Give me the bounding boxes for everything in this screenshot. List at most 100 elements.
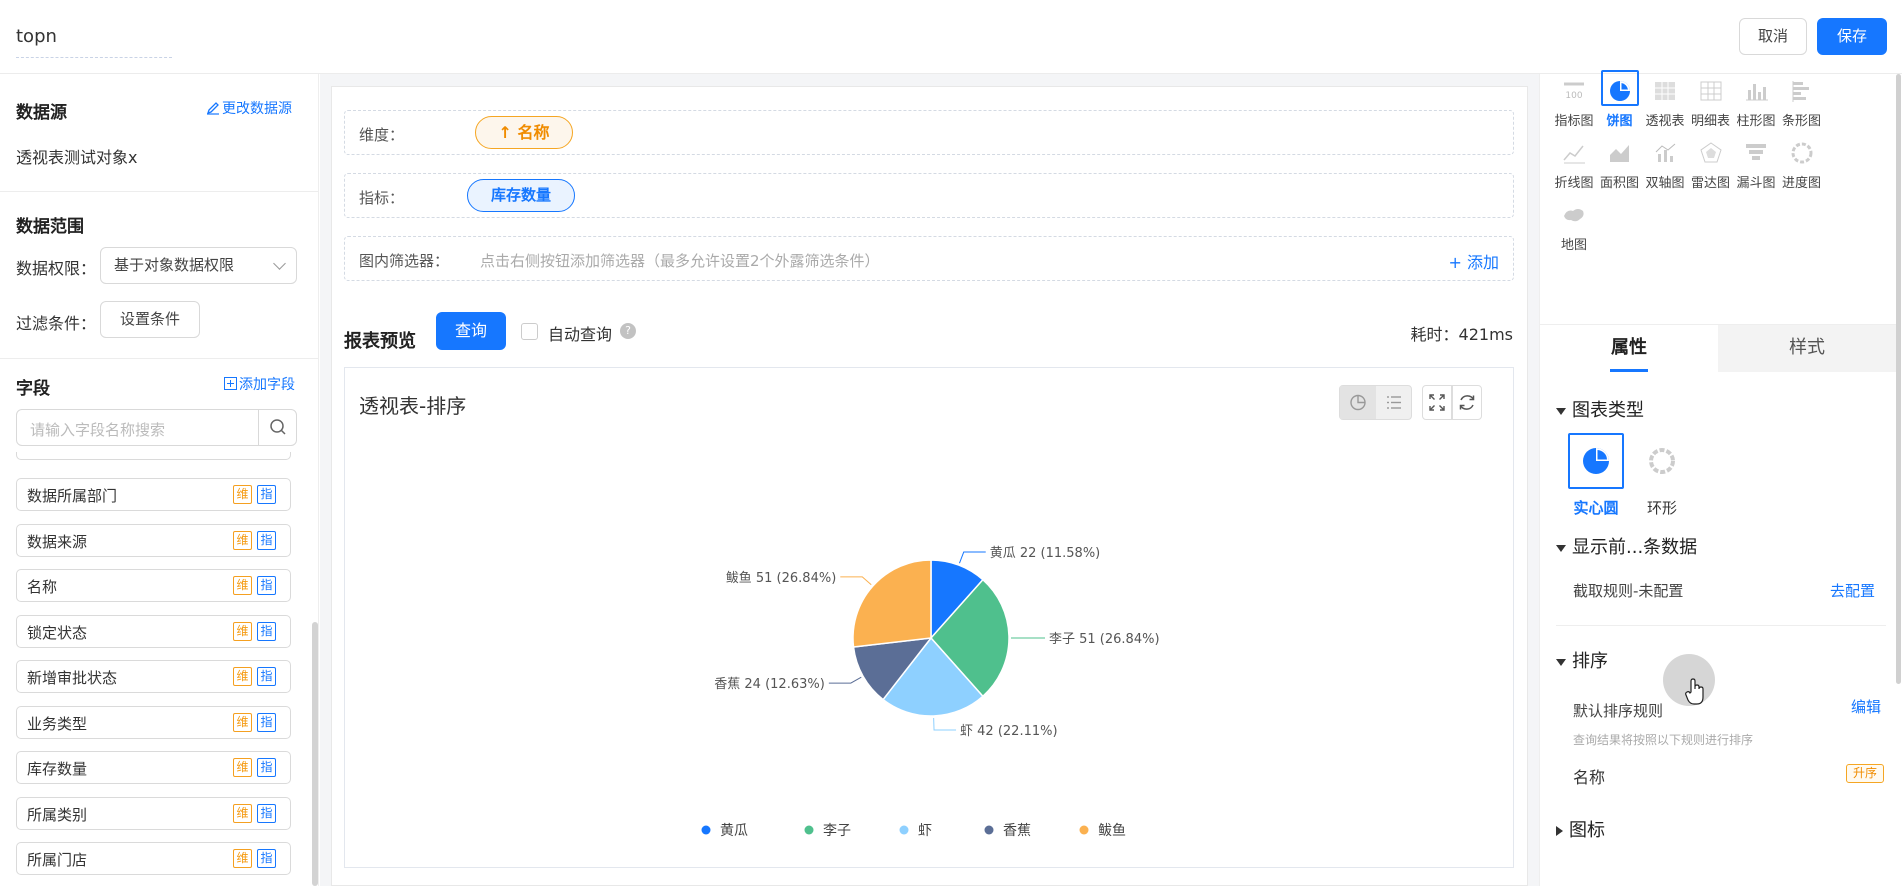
legend-label[interactable]: 虾 xyxy=(918,823,932,839)
field-name: 数据来源 xyxy=(27,532,88,551)
pie-solid-label: 实心圆 xyxy=(1573,499,1619,517)
pie-slice[interactable] xyxy=(852,559,932,648)
dimension-row[interactable]: 维度： ↑ 名称 xyxy=(344,110,1514,155)
sort-edit-link[interactable]: 编辑 xyxy=(1851,696,1881,717)
field-item[interactable]: 业务类型 维指 xyxy=(16,705,291,739)
chart-type-label: 条形图 xyxy=(1781,114,1821,129)
field-item[interactable]: 所属门店 维指 xyxy=(16,842,291,875)
divider xyxy=(1556,625,1886,626)
right-scrollbar[interactable] xyxy=(1896,74,1901,684)
save-button[interactable]: 保存 xyxy=(1817,18,1887,55)
metric-tag[interactable]: 指 xyxy=(257,803,276,823)
dimension-tag[interactable]: 维 xyxy=(233,485,252,504)
chart-type-section[interactable]: 图表类型 xyxy=(1556,396,1644,422)
topn-section-title: 显示前...条数据 xyxy=(1572,537,1698,558)
legend-label[interactable]: 李子 xyxy=(823,823,851,839)
pie-data-label: 鲅鱼 51 (26.84%) xyxy=(726,570,837,586)
metric-tag[interactable]: 指 xyxy=(257,758,276,777)
filter-row: 图内筛选器： 点击右侧按钮添加筛选器（最多允许设置2个外露筛选条件） + 添加 xyxy=(344,236,1514,281)
legend-label[interactable]: 黄瓜 xyxy=(720,822,748,839)
tab-properties[interactable]: 属性 xyxy=(1540,325,1718,372)
dimension-tag[interactable]: 维 xyxy=(233,803,252,823)
legend-marker[interactable] xyxy=(804,825,814,835)
sort-order-badge[interactable]: 升序 xyxy=(1846,764,1884,783)
add-field-link[interactable]: 添加字段 xyxy=(224,374,295,394)
chart-type-section-title: 图表类型 xyxy=(1572,400,1644,421)
field-item[interactable]: 名称 维指 xyxy=(16,569,291,602)
cancel-button[interactable]: 取消 xyxy=(1739,18,1807,55)
icon-section[interactable]: 图标 xyxy=(1556,816,1605,842)
pie-ring-option[interactable]: 环形 xyxy=(1634,433,1690,525)
metric-pill[interactable]: 库存数量 xyxy=(467,179,575,212)
metric-tag[interactable]: 指 xyxy=(257,621,276,641)
fullscreen-button[interactable] xyxy=(1422,385,1452,420)
field-item[interactable]: 新增审批状态 维指 xyxy=(16,660,291,693)
change-datasource-label: 更改数据源 xyxy=(222,101,292,117)
legend-marker[interactable] xyxy=(701,825,711,835)
chart-view-button[interactable] xyxy=(1340,386,1376,419)
datasource-name: 透视表测试对象x xyxy=(16,148,138,167)
add-filter-button[interactable]: + 添加 xyxy=(1448,249,1499,273)
dimension-tag[interactable]: 维 xyxy=(233,758,252,777)
legend-marker[interactable] xyxy=(1079,825,1089,835)
field-item[interactable]: 所属类别 维指 xyxy=(16,796,291,830)
legend-marker[interactable] xyxy=(899,825,909,835)
field-name: 新增审批状态 xyxy=(27,669,118,687)
dimension-tag[interactable]: 维 xyxy=(233,621,252,641)
tab-style[interactable]: 样式 xyxy=(1718,325,1896,372)
chart-view-toggle[interactable] xyxy=(1339,385,1412,420)
dimension-tag[interactable]: 维 xyxy=(233,576,252,595)
list-view-icon[interactable] xyxy=(1376,386,1412,419)
divider xyxy=(0,358,318,359)
chart-type-map-chart[interactable]: 地图 xyxy=(1547,198,1601,256)
dimension-tag[interactable]: 维 xyxy=(233,530,252,550)
dimension-tag[interactable]: 维 xyxy=(233,849,252,868)
set-condition-button[interactable]: 设置条件 xyxy=(100,301,200,338)
metric-tag[interactable]: 指 xyxy=(257,667,276,686)
line-chart-icon xyxy=(1563,145,1585,164)
pie-label-line xyxy=(933,717,957,731)
plus-icon: + xyxy=(1448,253,1467,272)
bar-chart-icon xyxy=(1792,81,1809,102)
field-item[interactable]: 数据来源 维指 xyxy=(16,523,291,557)
topn-config-link[interactable]: 去配置 xyxy=(1830,580,1875,601)
dimension-label: 维度： xyxy=(359,126,405,144)
left-scrollbar[interactable] xyxy=(312,622,318,886)
chart-type-bar-chart[interactable]: 条形图 xyxy=(1775,74,1829,132)
legend-marker[interactable] xyxy=(984,825,994,835)
help-icon[interactable]: ? xyxy=(620,323,636,339)
field-search-input[interactable]: 请输入字段名称搜索 xyxy=(16,409,297,446)
chart-type-progress-chart[interactable]: 进度图 xyxy=(1775,136,1829,194)
report-title-input[interactable]: topn xyxy=(16,22,172,58)
metric-tag[interactable]: 指 xyxy=(257,576,276,595)
left-sidebar: 数据源 更改数据源 透视表测试对象x 数据范围 数据权限： 基于对象数据权限 过… xyxy=(0,74,319,886)
metric-tag[interactable]: 指 xyxy=(257,530,276,550)
dimension-tag[interactable]: 维 xyxy=(233,712,252,732)
pie-solid-option[interactable]: 实心圆 xyxy=(1568,433,1624,525)
legend-label[interactable]: 鲅鱼 xyxy=(1098,822,1126,839)
area-chart-icon xyxy=(1609,145,1629,162)
metric-row[interactable]: 指标： 库存数量 xyxy=(344,173,1514,218)
sort-section[interactable]: 排序 xyxy=(1556,647,1608,673)
permission-select[interactable]: 基于对象数据权限 xyxy=(100,247,297,284)
add-field-label: 添加字段 xyxy=(239,377,295,393)
pie-ring-label: 环形 xyxy=(1646,499,1677,517)
query-button[interactable]: 查询 xyxy=(436,312,506,350)
field-name: 名称 xyxy=(27,578,58,596)
dimension-tag[interactable]: 维 xyxy=(233,667,252,686)
change-datasource-link[interactable]: 更改数据源 xyxy=(206,98,292,118)
auto-query-checkbox[interactable] xyxy=(521,323,538,340)
dual-axis-chart-icon xyxy=(1655,143,1676,162)
metric-tag[interactable]: 指 xyxy=(257,849,276,868)
field-item[interactable]: 库存数量 维指 xyxy=(16,751,291,784)
topn-section[interactable]: 显示前...条数据 xyxy=(1556,533,1697,559)
field-item[interactable]: 数据所属部门 维指 xyxy=(16,478,291,511)
legend-label[interactable]: 香蕉 xyxy=(1003,823,1031,839)
field-item[interactable]: 锁定状态 维指 xyxy=(16,614,291,648)
metric-tag[interactable]: 指 xyxy=(257,485,276,504)
dimension-pill[interactable]: ↑ 名称 xyxy=(475,116,573,149)
search-button[interactable] xyxy=(258,410,296,445)
refresh-icon xyxy=(1459,395,1475,410)
refresh-button[interactable] xyxy=(1452,385,1482,420)
metric-tag[interactable]: 指 xyxy=(257,712,276,732)
